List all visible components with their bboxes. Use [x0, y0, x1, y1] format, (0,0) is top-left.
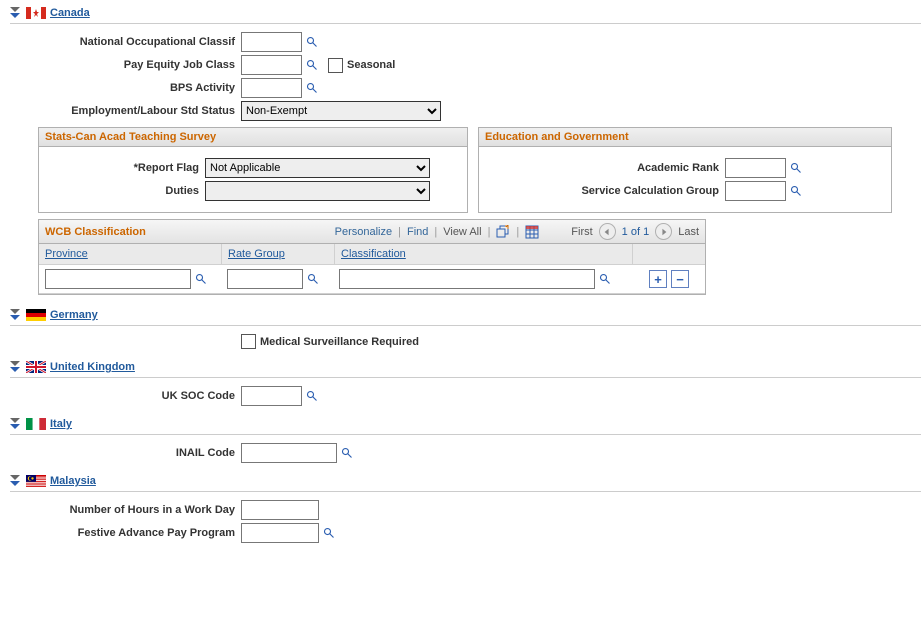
scg-input[interactable] — [725, 181, 786, 201]
section-title[interactable]: Germany — [50, 309, 98, 321]
panel-edu-gov: Education and Government Academic Rank S… — [478, 127, 892, 213]
delete-row-button[interactable]: − — [671, 270, 689, 288]
label: Pay Equity Job Class — [10, 59, 241, 71]
lookup-icon[interactable] — [323, 527, 335, 539]
section-header-canada[interactable]: Canada — [10, 5, 921, 21]
panel-stats-can: Stats-Can Acad Teaching Survey *Report F… — [38, 127, 468, 213]
pay-equity-input[interactable] — [241, 55, 302, 75]
label: INAIL Code — [10, 447, 241, 459]
label: BPS Activity — [10, 82, 241, 94]
row-inail: INAIL Code — [10, 443, 921, 463]
row-emp-status: Employment/Labour Std Status Non-Exempt — [10, 101, 921, 121]
label: Number of Hours in a Work Day — [10, 504, 241, 516]
section-title[interactable]: Canada — [50, 7, 90, 19]
label: Duties — [49, 185, 205, 197]
flag-canada-icon — [26, 7, 46, 19]
label: National Occupational Classif — [10, 36, 241, 48]
lookup-icon[interactable] — [195, 273, 207, 285]
grid-toolbar: Personalize | Find | View All | | First … — [335, 223, 699, 240]
emp-status-select[interactable]: Non-Exempt — [241, 101, 441, 121]
hours-input[interactable] — [241, 500, 319, 520]
label: UK SOC Code — [10, 390, 241, 402]
label: Service Calculation Group — [489, 185, 725, 197]
view-all-text[interactable]: View All — [443, 226, 481, 238]
lookup-icon[interactable] — [341, 447, 353, 459]
prev-button[interactable] — [599, 223, 616, 240]
panel-header: Stats-Can Acad Teaching Survey — [39, 128, 467, 147]
last-text[interactable]: Last — [678, 226, 699, 238]
label: *Report Flag — [49, 162, 205, 174]
row-uk-soc: UK SOC Code — [10, 386, 921, 406]
row-bps: BPS Activity — [10, 78, 921, 98]
inail-input[interactable] — [241, 443, 337, 463]
rate-group-input[interactable] — [227, 269, 303, 289]
pager-text: 1 of 1 — [622, 226, 650, 238]
toggle-icon[interactable] — [10, 7, 22, 19]
toggle-icon[interactable] — [10, 309, 22, 321]
label: Employment/Labour Std Status — [10, 105, 241, 117]
download-grid-icon[interactable] — [525, 225, 539, 239]
row-noc: National Occupational Classif — [10, 32, 921, 52]
flag-germany-icon — [26, 309, 46, 321]
seasonal-checkbox[interactable] — [328, 58, 343, 73]
section-title[interactable]: Malaysia — [50, 475, 96, 487]
grid-row: + − — [39, 265, 705, 294]
section-header-malaysia[interactable]: Malaysia — [10, 473, 921, 489]
panel-header: Education and Government — [479, 128, 891, 147]
col-classification[interactable]: Classification — [335, 244, 633, 264]
duties-select[interactable] — [205, 181, 430, 201]
bps-input[interactable] — [241, 78, 302, 98]
flag-malaysia-icon — [26, 475, 46, 487]
flag-italy-icon — [26, 418, 46, 430]
add-row-button[interactable]: + — [649, 270, 667, 288]
noc-input[interactable] — [241, 32, 302, 52]
section-header-uk[interactable]: United Kingdom — [10, 359, 921, 375]
toggle-icon[interactable] — [10, 361, 22, 373]
grid-columns: Province Rate Group Classification — [39, 244, 705, 265]
academic-rank-input[interactable] — [725, 158, 786, 178]
med-surv-checkbox[interactable] — [241, 334, 256, 349]
flag-uk-icon — [26, 361, 46, 373]
lookup-icon[interactable] — [307, 273, 319, 285]
report-flag-select[interactable]: Not Applicable — [205, 158, 430, 178]
festive-input[interactable] — [241, 523, 319, 543]
col-province[interactable]: Province — [39, 244, 222, 264]
label: Academic Rank — [489, 162, 725, 174]
zoom-icon[interactable] — [496, 225, 510, 239]
section-header-germany[interactable]: Germany — [10, 307, 921, 323]
section-header-italy[interactable]: Italy — [10, 416, 921, 432]
lookup-icon[interactable] — [599, 273, 611, 285]
first-text[interactable]: First — [571, 226, 592, 238]
lookup-icon[interactable] — [306, 82, 318, 94]
grid-title: WCB Classification — [45, 226, 146, 238]
med-surv-label: Medical Surveillance Required — [260, 336, 419, 348]
grid-wcb: WCB Classification Personalize | Find | … — [38, 219, 706, 295]
section-title[interactable]: Italy — [50, 418, 72, 430]
lookup-icon[interactable] — [790, 162, 802, 174]
section-title[interactable]: United Kingdom — [50, 361, 135, 373]
col-rate-group[interactable]: Rate Group — [222, 244, 335, 264]
next-button[interactable] — [655, 223, 672, 240]
row-pay-equity: Pay Equity Job Class Seasonal — [10, 55, 921, 75]
province-input[interactable] — [45, 269, 191, 289]
personalize-link[interactable]: Personalize — [335, 226, 392, 238]
toggle-icon[interactable] — [10, 475, 22, 487]
lookup-icon[interactable] — [306, 390, 318, 402]
lookup-icon[interactable] — [306, 59, 318, 71]
row-festive: Festive Advance Pay Program — [10, 523, 921, 543]
row-med-surv: Medical Surveillance Required — [10, 334, 921, 349]
lookup-icon[interactable] — [790, 185, 802, 197]
find-link[interactable]: Find — [407, 226, 428, 238]
lookup-icon[interactable] — [306, 36, 318, 48]
row-hours: Number of Hours in a Work Day — [10, 500, 921, 520]
label: Festive Advance Pay Program — [10, 527, 241, 539]
toggle-icon[interactable] — [10, 418, 22, 430]
seasonal-label: Seasonal — [347, 59, 395, 71]
classification-input[interactable] — [339, 269, 595, 289]
uk-soc-input[interactable] — [241, 386, 302, 406]
